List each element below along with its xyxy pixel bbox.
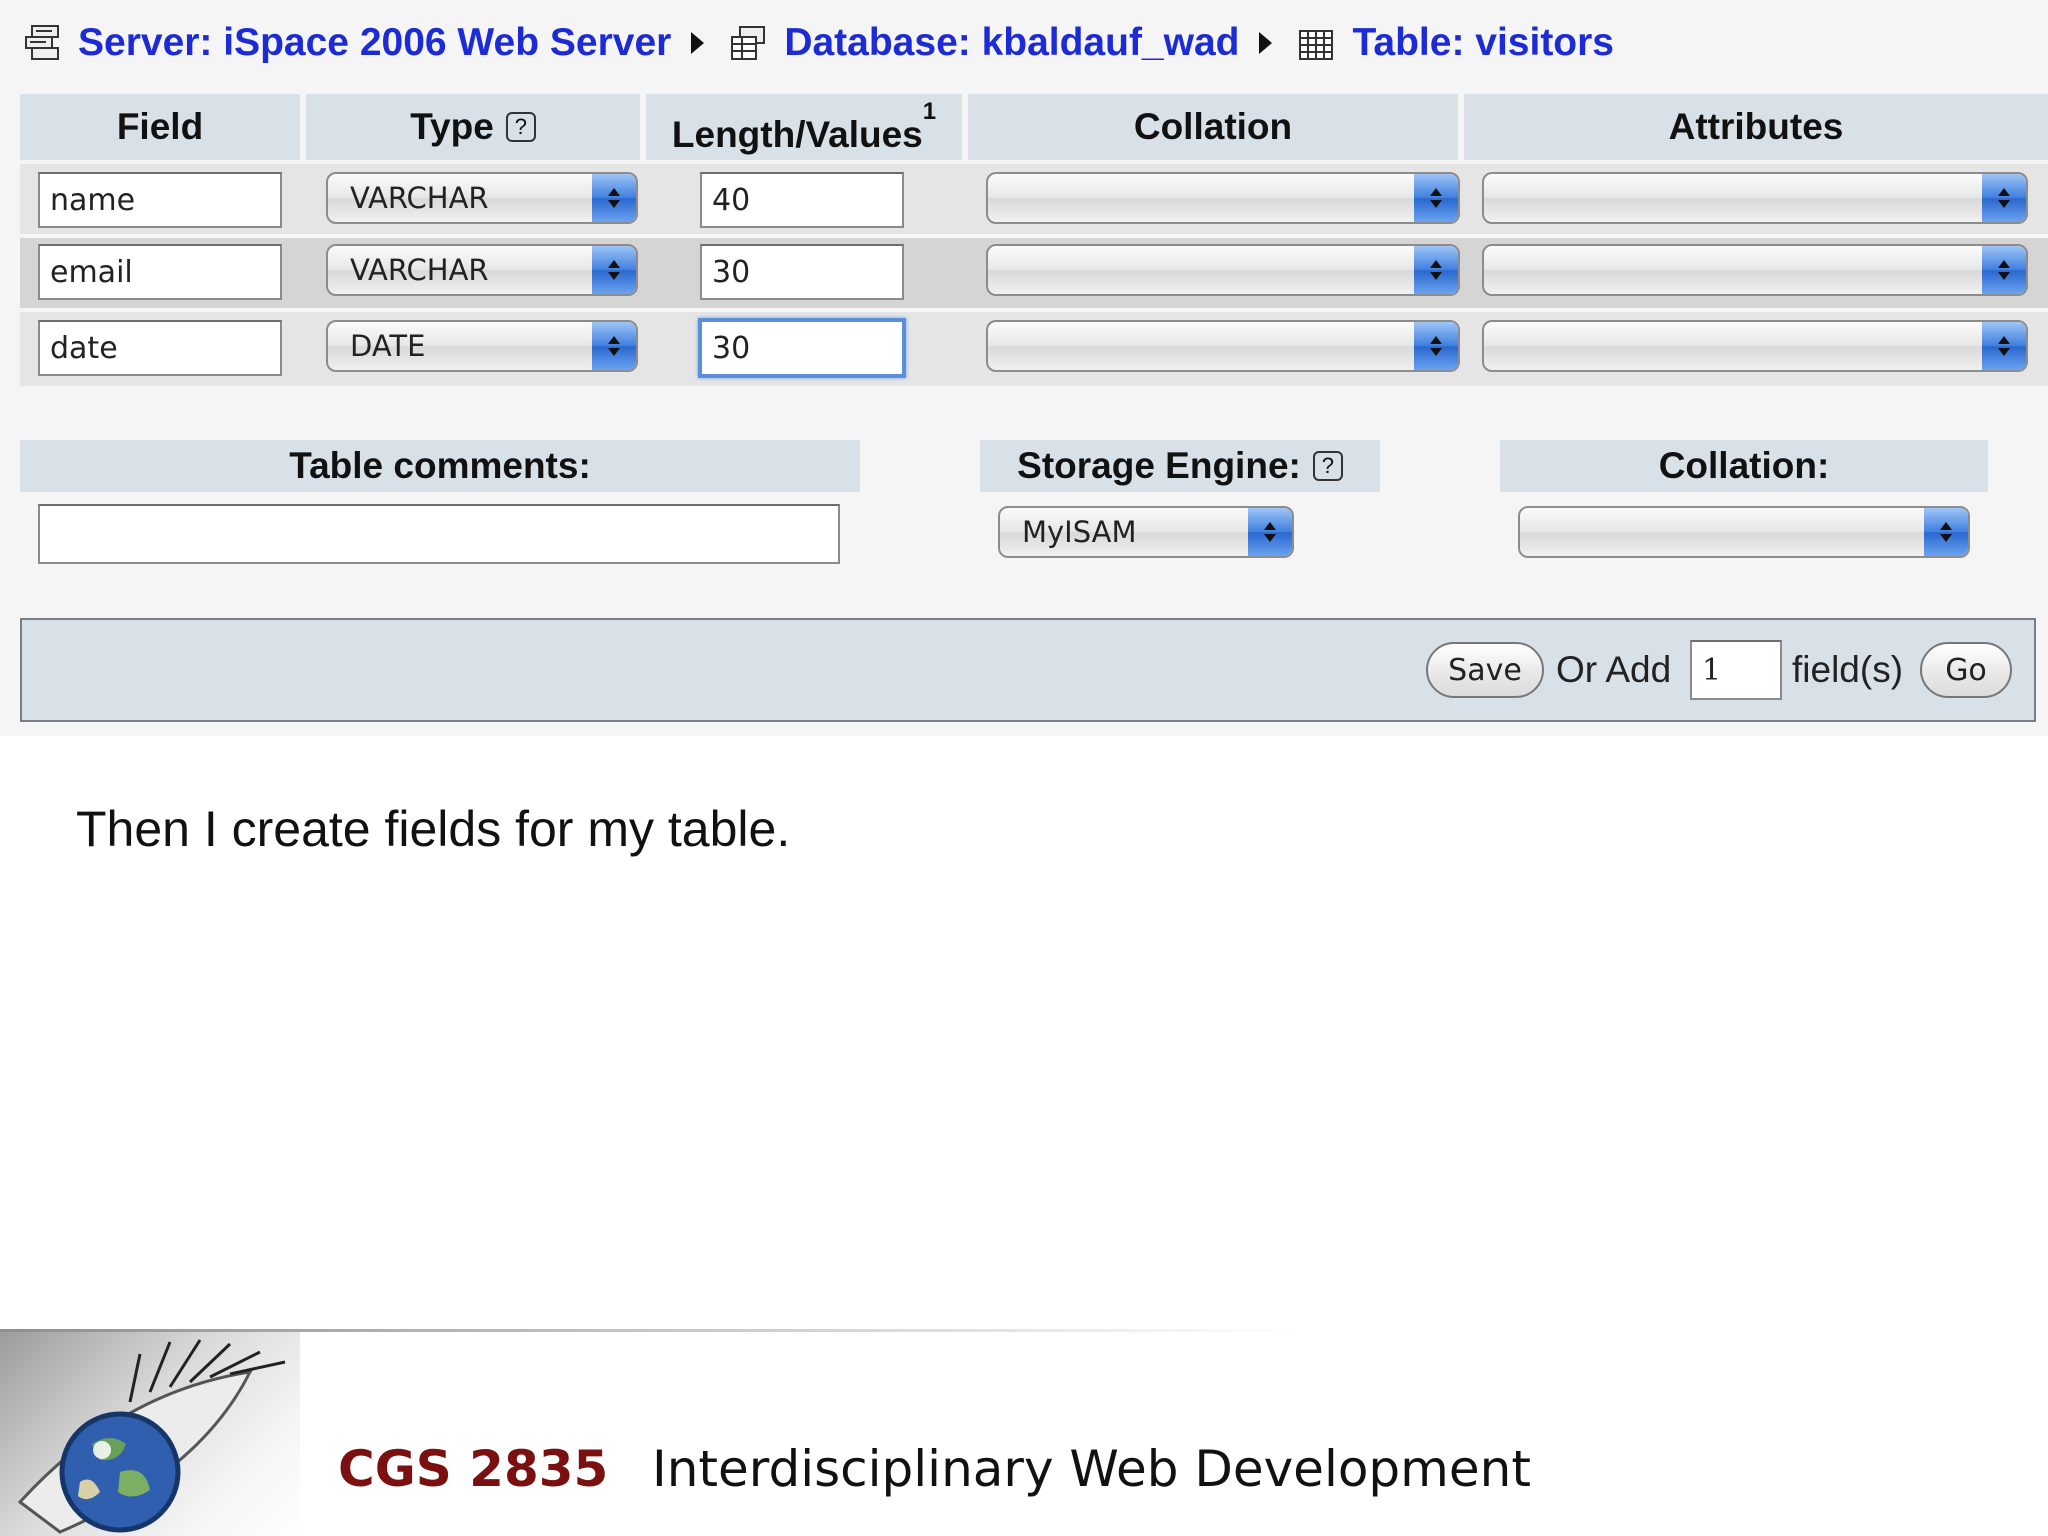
go-button[interactable]: Go — [1920, 642, 2012, 698]
select-arrows-icon — [1982, 174, 2026, 222]
phpmyadmin-screenshot: Server: iSpace 2006 Web Server Database:… — [0, 0, 2048, 736]
attributes-select[interactable] — [1482, 320, 2028, 372]
table-collation-header: Collation: — [1500, 440, 1988, 492]
field-name-input[interactable]: email — [38, 244, 282, 300]
select-arrows-icon — [1982, 322, 2026, 370]
select-arrows-icon — [1982, 246, 2026, 294]
select-arrows-icon — [592, 174, 636, 222]
collation-select[interactable] — [986, 244, 1460, 296]
storage-engine-header: Storage Engine: ? — [980, 440, 1380, 492]
save-button[interactable]: Save — [1426, 642, 1544, 698]
breadcrumb-server-label[interactable]: Server: iSpace 2006 Web Server — [78, 21, 671, 65]
course-code: CGS 2835 — [338, 1440, 609, 1498]
field-name-input[interactable]: date — [38, 320, 282, 376]
breadcrumb-database-label[interactable]: Database: kbaldauf_wad — [784, 21, 1239, 65]
table-comments-header: Table comments: — [20, 440, 860, 492]
add-fields-count-input[interactable]: 1 — [1690, 640, 1782, 700]
select-arrows-icon — [1924, 508, 1968, 556]
select-arrows-icon — [592, 322, 636, 370]
help-icon[interactable]: ? — [1312, 451, 1343, 481]
breadcrumb-database[interactable]: Database: kbaldauf_wad — [728, 21, 1239, 65]
table-row: date DATE 30 — [20, 312, 2048, 386]
select-arrows-icon — [1414, 322, 1458, 370]
breadcrumb-table-label[interactable]: Table: visitors — [1352, 21, 1614, 65]
collation-select[interactable] — [986, 172, 1460, 224]
type-select[interactable]: DATE — [326, 320, 638, 372]
type-select[interactable]: VARCHAR — [326, 244, 638, 296]
fields-suffix-label: field(s) — [1792, 649, 1904, 690]
table-comments-input[interactable] — [38, 504, 840, 564]
length-input[interactable]: 30 — [698, 318, 906, 378]
action-bar: Save Or Add 1 field(s) Go — [20, 618, 2036, 722]
column-header-field: Field — [20, 94, 300, 160]
breadcrumb-arrow-icon — [691, 32, 705, 54]
table-row: name VARCHAR 40 — [20, 164, 2048, 234]
select-arrows-icon — [1414, 246, 1458, 294]
attributes-select[interactable] — [1482, 244, 2028, 296]
column-header-attributes: Attributes — [1464, 94, 2048, 160]
server-icon — [22, 23, 62, 63]
breadcrumb-server[interactable]: Server: iSpace 2006 Web Server — [22, 21, 671, 65]
eye-earth-image — [0, 1332, 300, 1536]
breadcrumb: Server: iSpace 2006 Web Server Database:… — [22, 18, 1614, 68]
slide-caption: Then I create fields for my table. — [76, 801, 791, 857]
table-icon — [1296, 23, 1336, 63]
column-header-type: Type ? — [306, 94, 640, 160]
select-arrows-icon — [1248, 508, 1292, 556]
type-select[interactable]: VARCHAR — [326, 172, 638, 224]
table-row: email VARCHAR 30 — [20, 238, 2048, 308]
length-input[interactable]: 30 — [700, 244, 904, 300]
attributes-select[interactable] — [1482, 172, 2028, 224]
breadcrumb-arrow-icon — [1259, 32, 1273, 54]
course-title: Interdisciplinary Web Development — [652, 1440, 1531, 1498]
field-name-input[interactable]: name — [38, 172, 282, 228]
database-icon — [728, 23, 768, 63]
footnote-marker: 1 — [922, 98, 937, 125]
column-header-length: Length/Values 1 — [646, 94, 962, 160]
select-arrows-icon — [1414, 174, 1458, 222]
collation-select[interactable] — [986, 320, 1460, 372]
length-input[interactable]: 40 — [700, 172, 904, 228]
table-collation-select[interactable] — [1518, 506, 1970, 558]
column-header-collation: Collation — [968, 94, 1458, 160]
or-add-label: Or Add — [1556, 649, 1672, 690]
breadcrumb-table[interactable]: Table: visitors — [1296, 21, 1614, 65]
select-arrows-icon — [592, 246, 636, 294]
help-icon[interactable]: ? — [505, 112, 536, 142]
storage-engine-select[interactable]: MyISAM — [998, 506, 1294, 558]
